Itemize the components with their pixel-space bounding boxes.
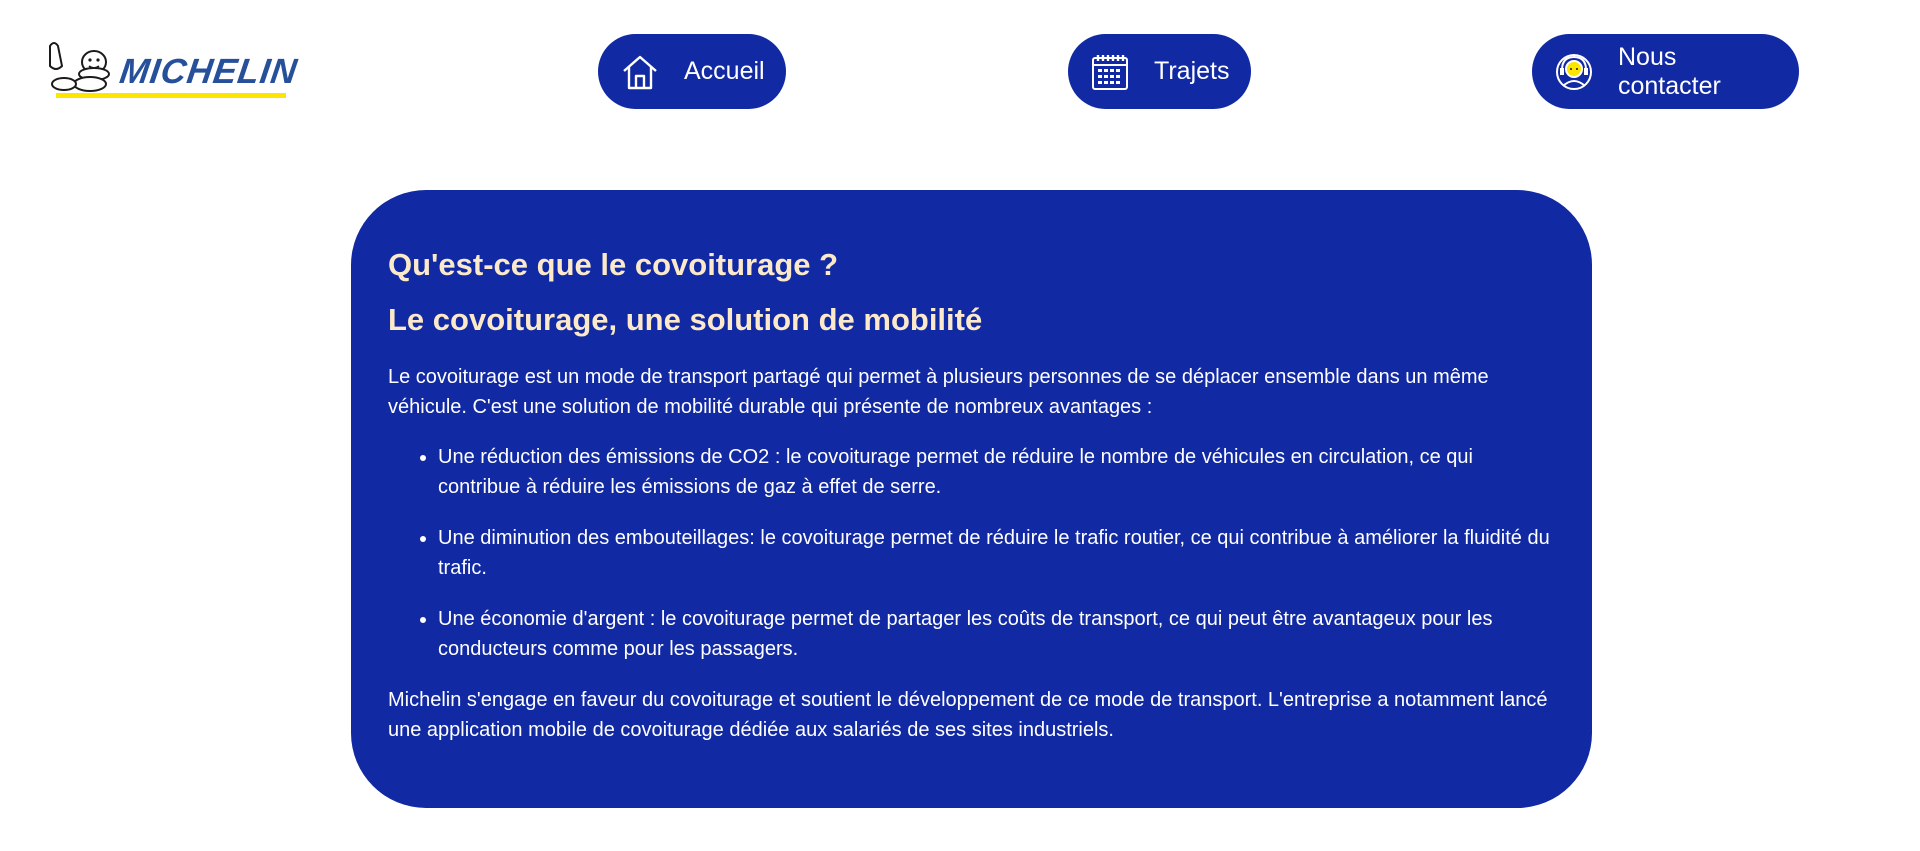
page-title: Qu'est-ce que le covoiturage ? [388,247,839,282]
calendar-icon [1090,52,1130,92]
contact-support-icon [1554,52,1594,92]
list-item: Une réduction des émissions de CO2 : le … [438,442,1552,502]
list-item: Une diminution des embouteillages: le co… [438,523,1552,583]
nav-contact-label: Nous contacter [1618,42,1721,100]
intro-paragraph: Le covoiturage est un mode de transport … [388,366,1489,418]
nav-contact-button[interactable]: Nous contacter [1532,34,1799,109]
page: MICHELIN Accueil Trajets Nous contacter … [0,0,1920,851]
home-icon [620,52,660,92]
logo-wordmark: MICHELIN [117,52,300,91]
outro-paragraph: Michelin s'engage en faveur du covoitura… [388,689,1548,741]
nav-trajets-button[interactable]: Trajets [1068,34,1251,109]
nav-trajets-label: Trajets [1154,57,1230,85]
michelin-logo[interactable]: MICHELIN [42,40,342,104]
content-card: Qu'est-ce que le covoiturage ? Le covoit… [351,190,1592,808]
list-item: Une économie d'argent : le covoiturage p… [438,604,1552,664]
advantages-list: Une réduction des émissions de CO2 : le … [388,442,1552,664]
nav-home-label: Accueil [684,57,765,85]
page-subtitle: Le covoiturage, une solution de mobilité [388,302,983,337]
nav-home-button[interactable]: Accueil [598,34,786,109]
